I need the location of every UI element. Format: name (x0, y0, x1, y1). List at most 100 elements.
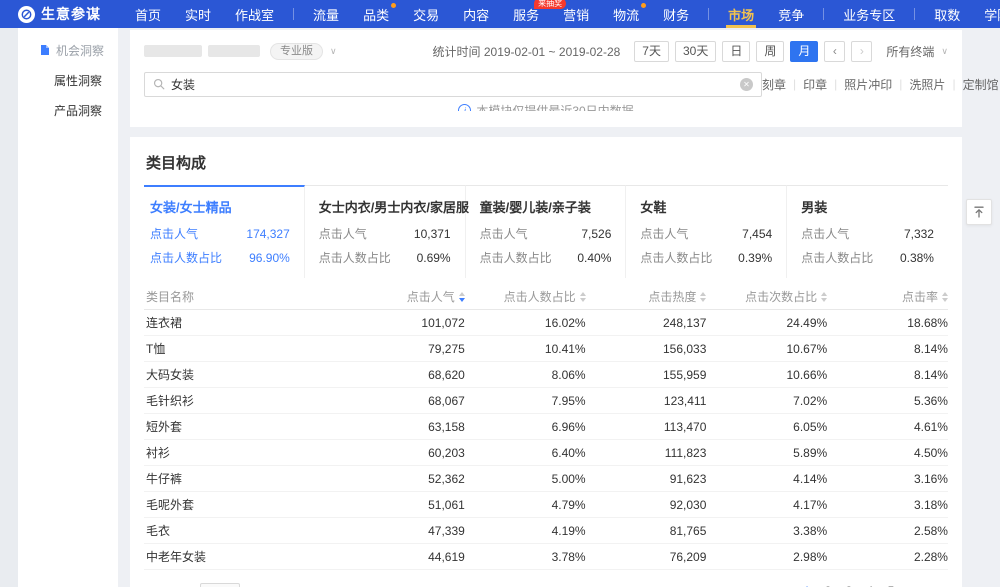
nav-item[interactable]: 品类 (351, 0, 401, 28)
tab-metric: 点击人气7,526 (480, 225, 612, 242)
nav-item[interactable]: 市场 (716, 0, 766, 28)
value-cell: 7.95% (465, 394, 586, 408)
sidebar-item[interactable]: 机会洞察 (18, 38, 118, 62)
value-cell: 68,067 (344, 394, 465, 408)
nav-item[interactable]: 服务来抽奖 (501, 0, 551, 28)
brand-name: 生意参谋 (41, 4, 101, 24)
value-cell: 2.28% (827, 550, 948, 564)
category-name-cell[interactable]: 牛仔裤 (144, 470, 344, 487)
chevron-down-icon[interactable]: ∨ (330, 46, 337, 57)
prev-period-button[interactable]: ‹ (824, 41, 845, 62)
nav-item[interactable]: 财务 (651, 0, 701, 28)
column-sort-control[interactable]: 点击热度 (648, 288, 706, 305)
search-box[interactable]: ✕ (144, 72, 762, 97)
metric-value: 0.38% (900, 251, 934, 265)
brand[interactable]: 生意参谋 (18, 4, 101, 24)
category-name-cell[interactable]: 短外套 (144, 418, 344, 435)
range-button[interactable]: 周 (756, 41, 784, 62)
category-name-cell[interactable]: 衬衫 (144, 444, 344, 461)
value-cell: 52,362 (344, 472, 465, 486)
value-cell: 51,061 (344, 498, 465, 512)
category-tab[interactable]: 女士内衣/男士内衣/家居服点击人气10,371点击人数占比0.69% (305, 185, 466, 278)
category-name-cell[interactable]: 中老年女装 (144, 548, 344, 565)
value-cell: 6.96% (465, 420, 586, 434)
back-to-top-button[interactable] (966, 199, 992, 225)
column-label: 点击热度 (648, 288, 696, 305)
value-cell: 155,959 (586, 368, 707, 382)
sidebar-item[interactable]: 属性洞察 (18, 68, 118, 92)
hot-link[interactable]: 刻章 (762, 76, 786, 93)
category-name-cell[interactable]: 大码女装 (144, 366, 344, 383)
hot-link[interactable]: 定制馆 (963, 76, 999, 93)
category-tab[interactable]: 女鞋点击人气7,454点击人数占比0.39% (626, 185, 787, 278)
page-size-select[interactable]: 10∨ (200, 583, 240, 587)
topnav-items: 首页实时作战室流量品类交易内容服务来抽奖营销物流财务市场竞争业务专区取数学院 (123, 0, 1000, 28)
nav-item[interactable]: 作战室 (223, 0, 286, 28)
column-sort-control[interactable]: 点击次数占比 (745, 288, 827, 305)
hot-link[interactable]: 照片冲印 (844, 76, 892, 93)
category-name-cell[interactable]: 毛呢外套 (144, 496, 344, 513)
shop-name-redacted (208, 45, 260, 57)
hot-link[interactable]: 印章 (803, 76, 827, 93)
sidebar-rail (0, 28, 18, 587)
next-period-button[interactable]: › (851, 41, 872, 62)
info-icon: i (458, 104, 471, 111)
column-label: 点击率 (902, 288, 938, 305)
column-sort-control[interactable]: 点击人气 (407, 288, 465, 305)
nav-item[interactable]: 交易 (401, 0, 451, 28)
value-cell: 18.68% (827, 316, 948, 330)
section-title: 类目构成 (144, 137, 948, 185)
range-button[interactable]: 月 (790, 41, 818, 62)
category-tab[interactable]: 女装/女士精品点击人气174,327点击人数占比96.90% (144, 185, 305, 278)
category-name-cell[interactable]: T恤 (144, 340, 344, 357)
clear-search-icon[interactable]: ✕ (740, 78, 753, 91)
metric-value: 0.69% (417, 251, 451, 265)
column-sort-control[interactable]: 点击人数占比 (504, 288, 586, 305)
version-badge[interactable]: 专业版 (270, 43, 323, 60)
metric-label: 点击人气 (150, 225, 198, 242)
category-tab[interactable]: 男装点击人气7,332点击人数占比0.38% (787, 185, 948, 278)
table-row: T恤79,27510.41%156,03310.67%8.14% (144, 336, 948, 362)
table-row: 毛针织衫68,0677.95%123,4117.02%5.36% (144, 388, 948, 414)
range-button[interactable]: 7天 (634, 41, 669, 62)
nav-item[interactable]: 业务专区 (831, 0, 907, 28)
table-header-cell: 点击率 (827, 288, 948, 305)
sidebar-item[interactable]: 产品洞察 (18, 98, 118, 122)
value-cell: 10.66% (706, 368, 827, 382)
hot-link[interactable]: 洗照片 (909, 76, 945, 93)
nav-item[interactable]: 竞争 (766, 0, 816, 28)
metric-value: 7,332 (904, 227, 934, 241)
value-cell: 81,765 (586, 524, 707, 538)
nav-item[interactable]: 实时 (173, 0, 223, 28)
metric-label: 点击人数占比 (319, 249, 391, 266)
category-name-cell[interactable]: 毛针织衫 (144, 392, 344, 409)
nav-item[interactable]: 物流 (601, 0, 651, 28)
range-button[interactable]: 30天 (675, 41, 716, 62)
category-tab[interactable]: 童装/婴儿装/亲子装点击人气7,526点击人数占比0.40% (466, 185, 627, 278)
nav-item-label: 实时 (185, 5, 211, 24)
terminal-filter[interactable]: 所有终端∨ (886, 43, 948, 60)
nav-item[interactable]: 取数 (922, 0, 972, 28)
nav-item-label: 交易 (413, 5, 439, 24)
nav-item[interactable]: 流量 (301, 0, 351, 28)
nav-item[interactable]: 内容 (451, 0, 501, 28)
page-size-control: 每页显示 10∨ 条 (146, 583, 258, 587)
value-cell: 76,209 (586, 550, 707, 564)
category-tab-name: 女装/女士精品 (150, 197, 290, 216)
value-cell: 8.06% (465, 368, 586, 382)
value-cell: 8.14% (827, 342, 948, 356)
column-sort-control[interactable]: 点击率 (902, 288, 948, 305)
category-name-cell[interactable]: 连衣裙 (144, 314, 344, 331)
search-input[interactable] (171, 77, 740, 91)
nav-item[interactable]: 首页 (123, 0, 173, 28)
value-cell: 113,470 (586, 420, 707, 434)
nav-item[interactable]: 学院 (972, 0, 1000, 28)
document-icon (40, 44, 50, 56)
category-name-cell[interactable]: 毛衣 (144, 522, 344, 539)
stat-time-value: 2019-02-01 ~ 2019-02-28 (484, 45, 620, 59)
nav-item-label: 流量 (313, 5, 339, 24)
value-cell: 3.38% (706, 524, 827, 538)
tab-metric: 点击人气10,371 (319, 225, 451, 242)
table-header-cell: 类目名称 (144, 288, 344, 305)
range-button[interactable]: 日 (722, 41, 750, 62)
